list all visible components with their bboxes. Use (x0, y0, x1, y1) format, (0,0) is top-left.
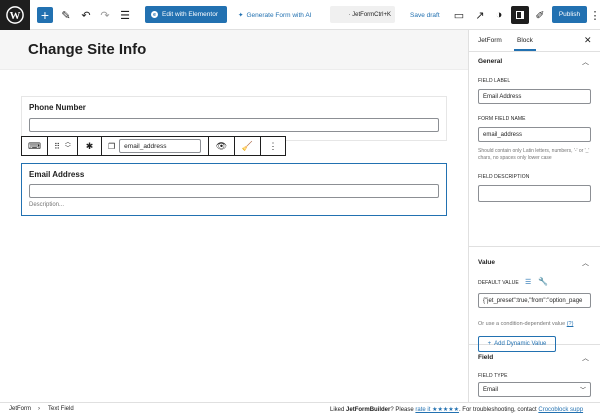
liked-prefix: Liked (330, 407, 347, 413)
field-name-help-text: Should contain only Latin letters, numbe… (478, 148, 590, 161)
general-panel: General ︿ FIELD LABEL Email Address FORM… (469, 52, 600, 247)
field-panel: Field ︿ FIELD TYPE Email ﹀ (469, 345, 600, 402)
footer-rating-note: Liked JetFormBuilder? Please rate it ★★★… (330, 406, 583, 413)
tab-jetform[interactable]: JetForm (478, 37, 502, 44)
liked-suffix: . For troubleshooting, contact (458, 407, 539, 413)
editor-screen: W + ✎ ↶ ↷ ☰ e Edit with Elementor ✦ Gene… (0, 0, 600, 414)
condition-value-text: Or use a condition-dependent value (478, 321, 566, 327)
required-asterisk-icon[interactable]: ✱ (78, 137, 102, 155)
chevron-up-icon[interactable]: ︿ (582, 258, 589, 268)
field-type-value: Email (483, 386, 499, 393)
general-heading[interactable]: General (478, 58, 502, 65)
crocoblock-support-link[interactable]: Crocoblock supp (538, 407, 583, 413)
form-field-name-title: FORM FIELD NAME (478, 116, 526, 122)
drag-handle-icon[interactable]: ⠿ (54, 142, 60, 151)
block-options-icon[interactable]: ⋮ (261, 137, 285, 155)
page-title[interactable]: Change Site Info (28, 41, 146, 58)
chevron-up-icon[interactable]: ︿ (582, 57, 589, 67)
breadcrumb-separator-icon: › (38, 406, 40, 412)
phone-number-label: Phone Number (29, 103, 86, 112)
default-value-title: DEFAULT VALUE (478, 280, 519, 286)
title-area: Change Site Info (0, 30, 468, 70)
command-palette-bar[interactable]: · JetFormCtrl+K (330, 6, 395, 23)
chevron-down-icon: ﹀ (579, 388, 586, 394)
wrench-icon[interactable]: 🔧 (538, 277, 548, 286)
visibility-eye-icon[interactable]: 👁 (209, 137, 235, 155)
settings-sidebar: JetForm Block ✕ General ︿ FIELD LABEL Em… (468, 30, 600, 402)
phone-number-block[interactable]: Phone Number (21, 96, 447, 141)
edit-with-elementor-button[interactable]: e Edit with Elementor (145, 6, 227, 23)
move-up-down-icon[interactable]: ︿ ﹀ (65, 140, 71, 152)
sidebar-icon (516, 11, 524, 19)
wordpress-logo-icon[interactable]: W (0, 0, 30, 30)
settings-panel-toggle[interactable] (511, 6, 529, 24)
generate-form-ai-button[interactable]: ✦ Generate Form with AI (238, 7, 311, 23)
generate-form-label: Generate Form with AI (246, 11, 312, 19)
liked-brand: JetFormBuilder (346, 407, 391, 413)
elementor-button-label: Edit with Elementor (162, 11, 218, 18)
form-field-name-input[interactable]: email_address (478, 127, 591, 142)
default-value-input[interactable]: {"jet_preset":true,"from":"option_page (478, 293, 591, 308)
status-footer: JetForm › Text Field Liked JetFormBuilde… (0, 402, 600, 414)
document-overview-icon[interactable]: ☰ (118, 8, 132, 22)
more-options-icon[interactable]: ⋮ (588, 8, 600, 22)
close-icon[interactable]: ✕ (584, 35, 592, 46)
drag-move-controls[interactable]: ⠿ ︿ ﹀ (48, 137, 78, 155)
svg-text:W: W (10, 10, 21, 22)
tab-block[interactable]: Block (514, 37, 536, 51)
block-toolbar: ⌨ ⠿ ︿ ﹀ ✱ ❐ email_address 👁 🧹 ⋮ (21, 136, 286, 156)
toolbar-field-name-input[interactable]: email_address (119, 139, 202, 153)
field-type-title: FIELD TYPE (478, 373, 508, 379)
breadcrumb-text-field[interactable]: Text Field (48, 406, 74, 412)
view-post-external-icon[interactable]: ↗ (473, 8, 487, 22)
liked-middle: ? Please (390, 407, 416, 413)
field-type-select[interactable]: Email ﹀ (478, 382, 591, 397)
field-heading[interactable]: Field (478, 354, 493, 361)
breadcrumb-jetform[interactable]: JetForm (9, 406, 31, 412)
value-panel: Value ︿ DEFAULT VALUE ☰ 🔧 {"jet_preset":… (469, 247, 600, 352)
field-name-controls: ❐ email_address (102, 137, 209, 155)
top-toolbar: W + ✎ ↶ ↷ ☰ e Edit with Elementor ✦ Gene… (0, 0, 600, 30)
brush-icon[interactable]: ✐ (533, 8, 547, 22)
chevron-up-icon[interactable]: ︿ (582, 353, 589, 363)
editor-canvas: Change Site Info Phone Number ⌨ ⠿ ︿ ﹀ ✱ ❐… (0, 30, 468, 402)
phone-number-input[interactable] (29, 118, 439, 132)
pencil-tools-icon[interactable]: ✎ (59, 8, 73, 22)
magic-wand-icon: ✦ (238, 12, 244, 19)
email-address-input[interactable] (29, 184, 439, 198)
value-heading[interactable]: Value (478, 259, 495, 266)
undo-icon[interactable]: ↶ (79, 8, 93, 22)
preview-device-icon[interactable]: ▭ (452, 8, 466, 22)
condition-help-link[interactable]: (?) (567, 321, 574, 327)
field-label-input[interactable]: Email Address (478, 89, 591, 104)
elementor-icon: e (151, 11, 158, 18)
email-address-block[interactable]: Email Address Description... (21, 163, 447, 216)
copy-icon[interactable]: ❐ (108, 142, 115, 151)
rate-it-link[interactable]: rate it ★★★★★ (415, 407, 459, 413)
email-address-label: Email Address (29, 170, 85, 179)
email-field-description[interactable]: Description... (29, 202, 64, 208)
sidebar-tabs: JetForm Block ✕ (469, 30, 600, 52)
save-draft-button[interactable]: Save draft (410, 7, 440, 23)
block-type-icon[interactable]: ⌨ (22, 137, 48, 155)
database-icon[interactable]: ☰ (525, 278, 531, 286)
redo-icon[interactable]: ↷ (98, 8, 112, 22)
publish-button[interactable]: Publish (552, 6, 587, 23)
field-description-input[interactable] (478, 185, 591, 202)
jetform-settings-icon[interactable]: ◑ (492, 8, 506, 22)
clear-brush-icon[interactable]: 🧹 (235, 137, 261, 155)
add-block-button[interactable]: + (37, 7, 53, 23)
field-label-title: FIELD LABEL (478, 78, 511, 84)
condition-value-note: Or use a condition-dependent value (?) (478, 321, 573, 327)
field-description-title: FIELD DESCRIPTION (478, 174, 530, 180)
